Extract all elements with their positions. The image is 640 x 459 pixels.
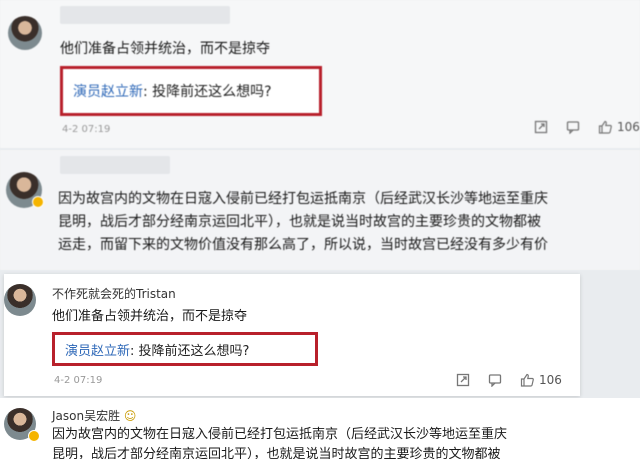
- verified-badge: [32, 196, 44, 208]
- quote-author-link[interactable]: 演员赵立新: [73, 81, 143, 101]
- quoted-comment-highlight[interactable]: 演员赵立新 : 投降前还这么想吗?: [52, 332, 318, 366]
- share-icon: [534, 120, 548, 134]
- quote-text: : 投降前还这么想吗?: [143, 84, 272, 100]
- comment-line: 因为故宫内的文物在日寇入侵前已经打包运抵南京（后经武汉长沙等地运至重庆: [52, 427, 508, 442]
- comment-button[interactable]: [566, 120, 580, 134]
- comment-line: 运走，而留下来的文物价值没有那么高了，所以说，当时故宫已经没有多少有价: [58, 237, 548, 253]
- comment-card: 不作死就会死的Tristan 他们准备占领并统治，而不是掠夺 演员赵立新 : 投…: [4, 274, 580, 396]
- comment-actions: 106: [534, 120, 640, 134]
- thumbs-up-icon: [598, 120, 612, 134]
- comment-card: 他们准备占领并统治，而不是掠夺 演员赵立新 : 投降前还这么想吗? 4-2 07…: [0, 0, 640, 148]
- like-button[interactable]: 106: [520, 373, 562, 387]
- comment-text: 他们准备占领并统治，而不是掠夺: [60, 41, 270, 57]
- username-placeholder: [60, 156, 170, 174]
- username-placeholder: [60, 6, 230, 24]
- username[interactable]: Jason吴宏胜 ☺: [52, 407, 136, 424]
- share-button[interactable]: [456, 373, 470, 387]
- comment-date: 4-2 07:19: [54, 375, 103, 386]
- comment-button[interactable]: [488, 373, 502, 387]
- comment-text: 他们准备占领并统治，而不是掠夺: [52, 309, 248, 324]
- quoted-comment-highlight[interactable]: 演员赵立新 : 投降前还这么想吗?: [60, 66, 322, 116]
- username-text: Jason吴宏胜: [52, 409, 121, 423]
- quote-text: : 投降前还这么想吗?: [130, 343, 250, 359]
- comment-icon: [566, 121, 580, 134]
- comment-text: 因为故宫内的文物在日寇入侵前已经打包运抵南京（后经武汉长沙等地运至重庆 昆明，战…: [52, 425, 507, 459]
- share-button[interactable]: [534, 120, 548, 134]
- comment-card: Jason吴宏胜 ☺ 因为故宫内的文物在日寇入侵前已经打包运抵南京（后经武汉长沙…: [0, 398, 640, 459]
- avatar[interactable]: [8, 16, 42, 50]
- verified-badge: [28, 430, 40, 442]
- comment-date: 4-2 07:19: [62, 124, 111, 135]
- thumbs-up-icon: [520, 373, 534, 387]
- share-icon: [456, 373, 470, 387]
- quote-author-link[interactable]: 演员赵立新: [65, 340, 130, 359]
- avatar[interactable]: [4, 284, 36, 316]
- like-count: 106: [617, 120, 640, 134]
- comment-line: 因为故宫内的文物在日寇入侵前已经打包运抵南京（后经武汉长沙等地运至重庆: [58, 191, 548, 207]
- comment-icon: [488, 374, 502, 387]
- username[interactable]: 不作死就会死的Tristan: [52, 285, 176, 302]
- like-button[interactable]: 106: [598, 120, 640, 134]
- comment-line: 昆明，战后才部分经南京运回北平），也就是说当时故宫的主要珍贵的文物都被: [52, 447, 501, 459]
- comment-line: 昆明，战后才部分经南京运回北平），也就是说当时故宫的主要珍贵的文物都被: [58, 214, 541, 230]
- comment-actions: 106: [456, 373, 562, 387]
- comment-text: 因为故宫内的文物在日寇入侵前已经打包运抵南京（后经武汉长沙等地运至重庆 昆明，战…: [58, 188, 548, 257]
- comment-card: 因为故宫内的文物在日寇入侵前已经打包运抵南京（后经武汉长沙等地运至重庆 昆明，战…: [0, 150, 640, 270]
- smile-emoji-icon: ☺: [123, 409, 137, 423]
- like-count: 106: [539, 373, 562, 387]
